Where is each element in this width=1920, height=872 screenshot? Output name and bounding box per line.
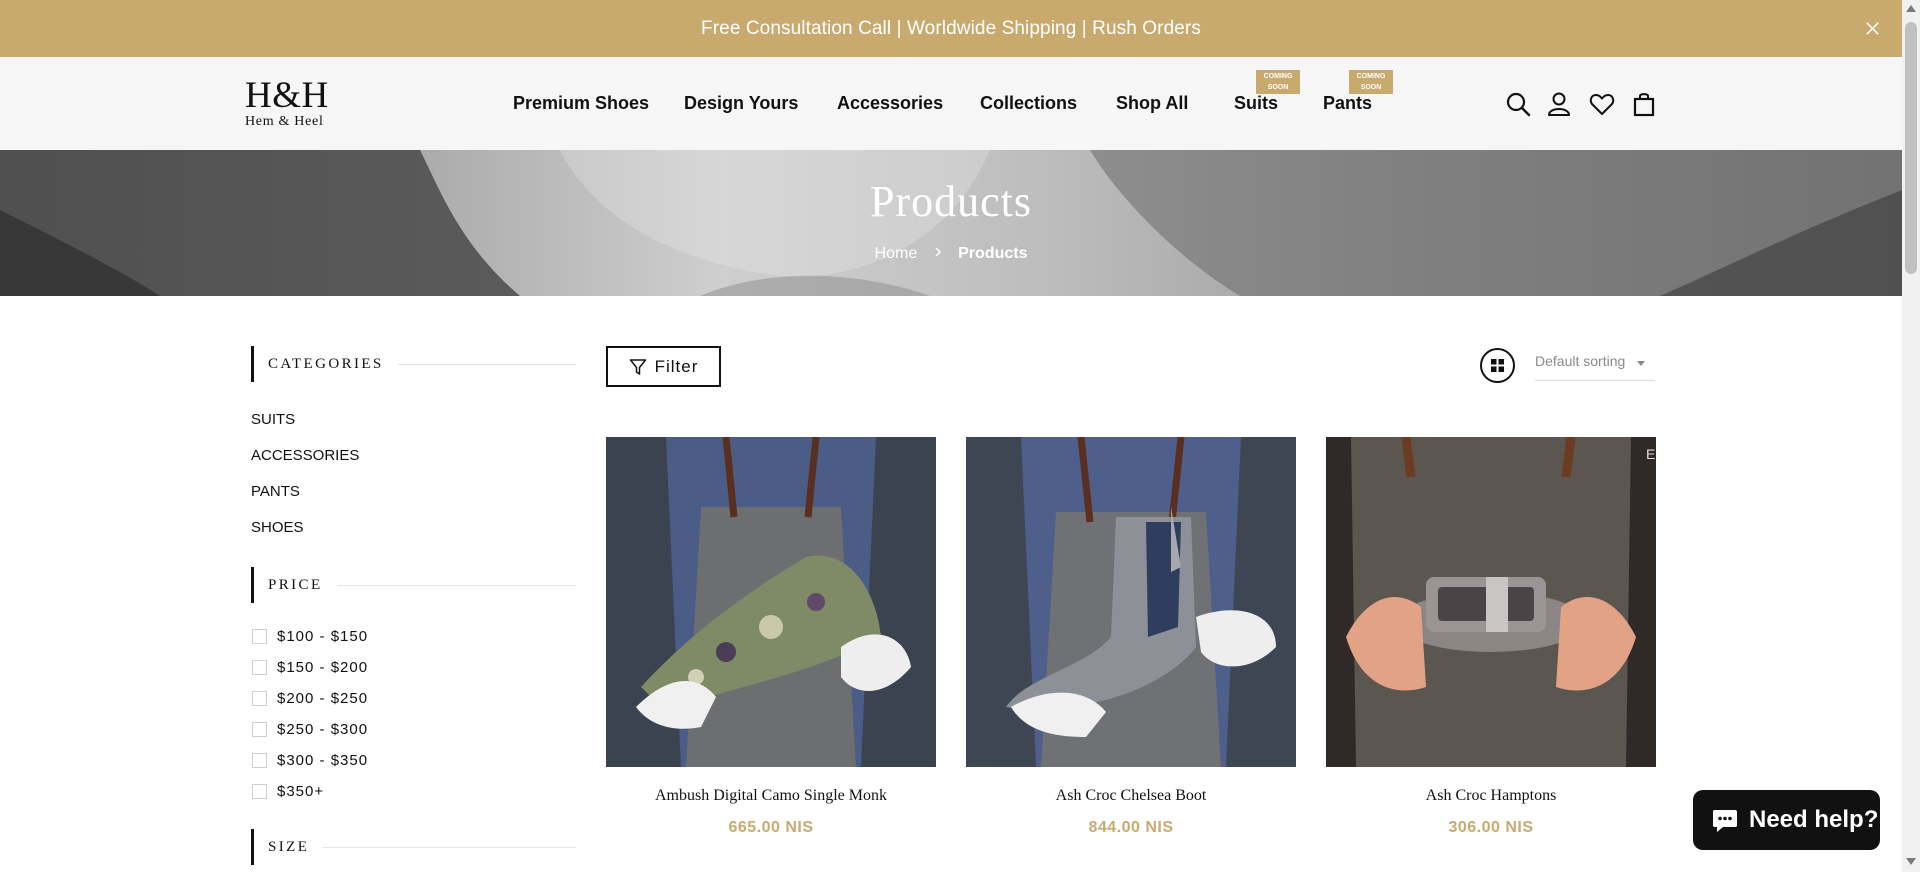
heading-divider	[323, 846, 576, 848]
product-name[interactable]: Ash Croc Hamptons	[1326, 787, 1656, 805]
price-checkbox[interactable]	[252, 629, 267, 644]
help-chat-button[interactable]: Need help?	[1693, 790, 1880, 850]
help-chat-label: Need help?	[1749, 806, 1879, 833]
product-name[interactable]: Ambush Digital Camo Single Monk	[606, 787, 936, 805]
chat-bubble-icon	[1713, 810, 1737, 832]
product-card[interactable]: Ash Croc Chelsea Boot 844.00 NIS	[966, 437, 1296, 837]
price-label: $200 - $250	[277, 690, 369, 707]
product-image[interactable]	[606, 437, 936, 767]
categories-title: CATEGORIES	[268, 355, 384, 372]
heading-accent-bar	[251, 567, 254, 603]
nav-pants[interactable]: Pants	[1323, 93, 1372, 114]
price-filter-250-300[interactable]: $250 - $300	[252, 721, 368, 738]
price-label: $250 - $300	[277, 721, 369, 738]
size-heading: SIZE	[251, 829, 576, 865]
nav-premium-shoes[interactable]: Premium Shoes	[513, 93, 649, 114]
price-checkbox[interactable]	[252, 753, 267, 768]
sort-select[interactable]: Default sorting	[1535, 353, 1655, 381]
announcement-bar: Free Consultation Call | Worldwide Shipp…	[0, 0, 1902, 57]
site-header: H&H Hem & Heel Premium Shoes Design Your…	[0, 57, 1902, 150]
category-shoes[interactable]: SHOES	[251, 519, 304, 536]
wishlist-heart-icon[interactable]	[1589, 91, 1615, 117]
chevron-right-icon	[935, 247, 941, 257]
filter-label: Filter	[654, 356, 699, 376]
price-label: $350+	[277, 783, 325, 800]
heading-divider	[397, 363, 576, 365]
scroll-down-arrow-icon[interactable]	[1906, 858, 1916, 866]
nav-shop-all[interactable]: Shop All	[1116, 93, 1188, 114]
price-filter-100-150[interactable]: $100 - $150	[252, 628, 368, 645]
grid-view-button[interactable]	[1480, 348, 1515, 383]
product-image[interactable]	[966, 437, 1296, 767]
price-checkbox[interactable]	[252, 691, 267, 706]
coming-soon-badge: COMING SOON	[1256, 70, 1300, 94]
breadcrumb-home-link[interactable]: Home	[875, 245, 918, 262]
product-card[interactable]: E Ash Croc Hamptons 306.00 NIS	[1326, 437, 1656, 837]
category-suits[interactable]: SUITS	[251, 411, 295, 428]
price-checkbox[interactable]	[252, 722, 267, 737]
badge-line: SOON	[1267, 84, 1289, 91]
product-price: 844.00 NIS	[1088, 819, 1174, 836]
coming-soon-badge: COMING SOON	[1349, 70, 1393, 94]
breadcrumb-current: Products	[958, 245, 1028, 262]
page-title: Products	[870, 177, 1032, 226]
price-filter-150-200[interactable]: $150 - $200	[252, 659, 368, 676]
category-pants[interactable]: PANTS	[251, 483, 300, 500]
price-checkbox[interactable]	[252, 660, 267, 675]
product-price: 306.00 NIS	[1448, 819, 1534, 836]
heading-divider	[336, 584, 576, 586]
badge-line: COMING	[1263, 73, 1293, 80]
nav-accessories[interactable]: Accessories	[837, 93, 943, 114]
price-filter-300-350[interactable]: $300 - $350	[252, 752, 368, 769]
product-image[interactable]: E	[1326, 437, 1656, 767]
scrollbar-thumb[interactable]	[1905, 22, 1917, 274]
logo-mark: H&H	[245, 75, 329, 116]
grid-view-icon	[1491, 359, 1504, 372]
account-icon[interactable]	[1546, 91, 1572, 117]
categories-heading: CATEGORIES	[251, 346, 576, 382]
category-accessories[interactable]: ACCESSORIES	[251, 447, 359, 464]
scroll-up-arrow-icon[interactable]	[1906, 4, 1916, 12]
product-name[interactable]: Ash Croc Chelsea Boot	[966, 787, 1296, 805]
badge-line: SOON	[1360, 84, 1382, 91]
size-title: SIZE	[268, 838, 310, 855]
announcement-text: Free Consultation Call | Worldwide Shipp…	[701, 17, 1201, 39]
page-hero-banner: Products Home Products	[0, 150, 1902, 296]
price-filter-200-250[interactable]: $200 - $250	[252, 690, 368, 707]
heading-accent-bar	[251, 829, 254, 865]
price-checkbox[interactable]	[252, 784, 267, 799]
heading-accent-bar	[251, 346, 254, 382]
price-label: $300 - $350	[277, 752, 369, 769]
cart-bag-icon[interactable]	[1631, 91, 1657, 117]
chevron-down-icon	[1637, 361, 1645, 366]
nav-collections[interactable]: Collections	[980, 93, 1077, 114]
search-icon[interactable]	[1505, 91, 1531, 117]
product-price: 665.00 NIS	[728, 819, 814, 836]
close-icon[interactable]	[1863, 19, 1882, 38]
price-filter-350-plus[interactable]: $350+	[252, 783, 324, 800]
price-label: $100 - $150	[277, 628, 369, 645]
nav-design-yours[interactable]: Design Yours	[684, 93, 798, 114]
product-card[interactable]: Ambush Digital Camo Single Monk 665.00 N…	[606, 437, 936, 837]
badge-line: COMING	[1356, 73, 1386, 80]
filter-funnel-icon	[629, 358, 646, 375]
price-label: $150 - $200	[277, 659, 369, 676]
filter-button[interactable]: Filter	[606, 346, 721, 387]
nav-suits[interactable]: Suits	[1234, 93, 1278, 114]
breadcrumb: Home Products	[0, 245, 1902, 263]
svg-text:E: E	[1646, 446, 1655, 462]
logo[interactable]: H&H Hem & Heel	[245, 75, 355, 129]
price-heading: PRICE	[251, 567, 576, 603]
logo-subtitle: Hem & Heel	[245, 114, 324, 129]
price-title: PRICE	[268, 576, 323, 593]
sort-value: Default sorting	[1535, 353, 1626, 369]
